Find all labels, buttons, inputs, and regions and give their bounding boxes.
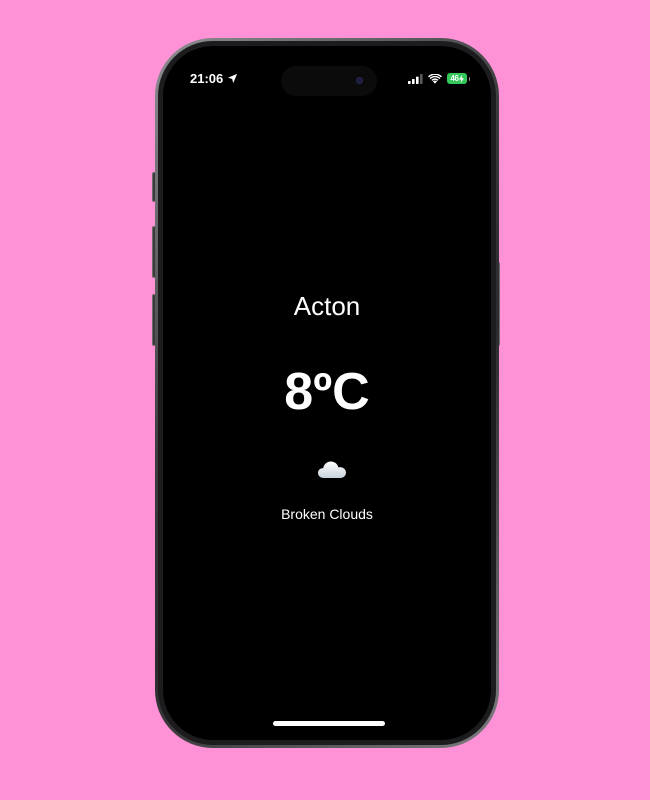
phone-bezel: 21:06 46 Acton 8ºC Broken Clouds <box>158 41 496 745</box>
temperature: 8ºC <box>284 363 370 421</box>
phone-screen: 21:06 46 Acton 8ºC Broken Clouds <box>163 46 491 740</box>
cloud-icon <box>318 461 346 478</box>
status-time-text: 21:06 <box>190 71 224 86</box>
phone-frame: 21:06 46 Acton 8ºC Broken Clouds <box>155 38 499 748</box>
bolt-icon <box>458 74 464 83</box>
location-arrow-icon <box>228 73 238 84</box>
background: 21:06 46 Acton 8ºC Broken Clouds <box>0 0 650 800</box>
battery-level: 46 <box>450 74 459 83</box>
home-indicator[interactable] <box>273 721 385 726</box>
dynamic-island <box>281 66 377 96</box>
wifi-icon <box>428 73 442 84</box>
status-indicators: 46 <box>408 73 470 84</box>
cellular-signal-icon <box>408 73 423 84</box>
status-time: 21:06 <box>190 71 238 86</box>
battery-indicator: 46 <box>447 73 470 84</box>
city-name: Acton <box>293 291 361 321</box>
front-camera <box>356 77 363 84</box>
weather-description: Broken Clouds <box>281 506 373 522</box>
